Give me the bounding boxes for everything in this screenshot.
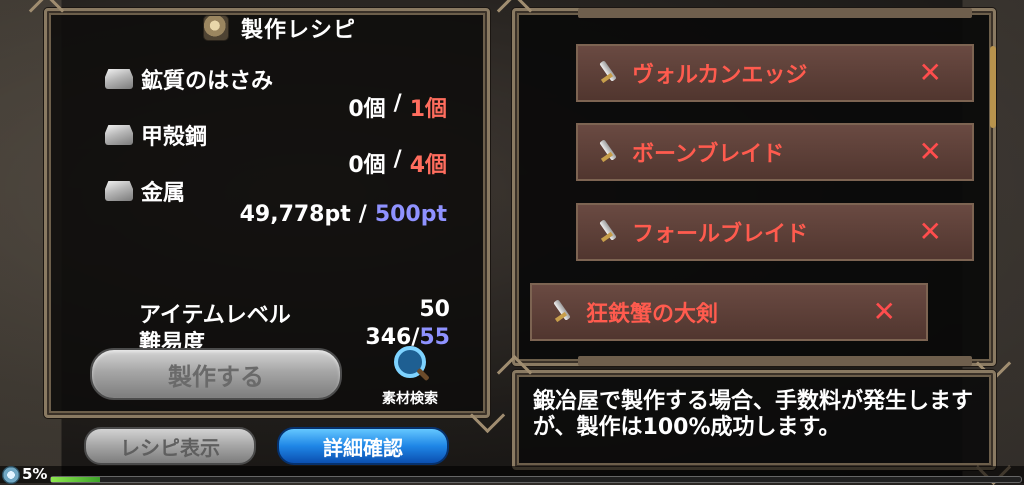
recipe-list-scrollbar[interactable] bbox=[990, 46, 996, 128]
close-icon[interactable]: ✕ bbox=[919, 59, 942, 87]
required-quantity: 500pt bbox=[374, 202, 447, 227]
craft-button[interactable]: 製作する bbox=[90, 348, 342, 400]
recipe-name: ヴォルカンエッジ bbox=[632, 63, 808, 88]
recipe-list-item[interactable]: ボーンブレイド ✕ bbox=[576, 123, 974, 181]
percentage-text: 5% bbox=[22, 465, 48, 483]
required-quantity: 4個 bbox=[409, 153, 447, 178]
recipe-list-item[interactable]: ヴォルカンエッジ ✕ bbox=[576, 44, 974, 102]
required-quantity: 1個 bbox=[409, 97, 447, 122]
owned-quantity: 49,778pt bbox=[239, 202, 351, 227]
material-item-3: 金属 bbox=[105, 175, 185, 207]
material-search-button[interactable]: 素材検索 bbox=[372, 344, 448, 408]
owned-quantity: 0個 bbox=[348, 97, 386, 122]
list-strip-top bbox=[578, 8, 972, 18]
recipe-name: 狂鉄蟹の大剣 bbox=[586, 302, 719, 327]
info-message: 鍛冶屋で製作する場合、手数料が発生しますが、製作は100%成功します。 bbox=[533, 389, 974, 440]
ingot-icon bbox=[105, 181, 133, 201]
material-quantity-2: 0個 / 4個 bbox=[348, 147, 447, 179]
info-panel: 鍛冶屋で製作する場合、手数料が発生しますが、製作は100%成功します。 bbox=[512, 370, 996, 470]
progress-bar bbox=[50, 476, 1022, 483]
close-icon[interactable]: ✕ bbox=[919, 138, 942, 166]
recipe-name: フォールブレイド bbox=[632, 222, 809, 247]
ingot-icon bbox=[105, 69, 133, 89]
sword-icon bbox=[594, 60, 620, 86]
quantity-separator: / bbox=[393, 91, 402, 116]
recipe-title: 製作レシピ bbox=[197, 11, 403, 45]
crafting-icon bbox=[203, 15, 229, 41]
material-item-1: 鉱質のはさみ bbox=[105, 63, 273, 95]
material-quantity-3: 49,778pt / 500pt bbox=[240, 202, 447, 227]
list-strip-bottom bbox=[578, 356, 972, 366]
recipe-display-button[interactable]: レシピ表示 bbox=[84, 427, 256, 465]
detail-check-button[interactable]: 詳細確認 bbox=[277, 427, 449, 465]
item-level-value: 50 bbox=[419, 297, 450, 322]
status-icon bbox=[2, 466, 20, 484]
material-search-label: 素材検索 bbox=[382, 391, 438, 407]
magnifier-icon bbox=[394, 346, 426, 378]
material-name: 甲殻鋼 bbox=[141, 125, 208, 150]
material-quantity-1: 0個 / 1個 bbox=[348, 91, 447, 123]
progress-fill bbox=[51, 477, 100, 482]
sword-icon bbox=[594, 139, 620, 165]
material-name: 鉱質のはさみ bbox=[141, 69, 274, 94]
owned-quantity: 0個 bbox=[348, 153, 386, 178]
sword-icon bbox=[594, 219, 620, 245]
close-icon[interactable]: ✕ bbox=[873, 298, 896, 326]
recipe-list-item-selected[interactable]: 狂鉄蟹の大剣 ✕ bbox=[530, 283, 928, 341]
recipe-list-item[interactable]: フォールブレイド ✕ bbox=[576, 203, 974, 261]
panel-title: 製作レシピ bbox=[241, 18, 357, 43]
close-icon[interactable]: ✕ bbox=[919, 218, 942, 246]
ingot-icon bbox=[105, 125, 133, 145]
material-item-2: 甲殻鋼 bbox=[105, 119, 207, 151]
quantity-separator: / bbox=[393, 147, 402, 172]
quantity-separator: / bbox=[358, 202, 367, 227]
material-name: 金属 bbox=[141, 181, 186, 206]
sword-icon bbox=[548, 299, 574, 325]
recipe-name: ボーンブレイド bbox=[632, 142, 785, 167]
